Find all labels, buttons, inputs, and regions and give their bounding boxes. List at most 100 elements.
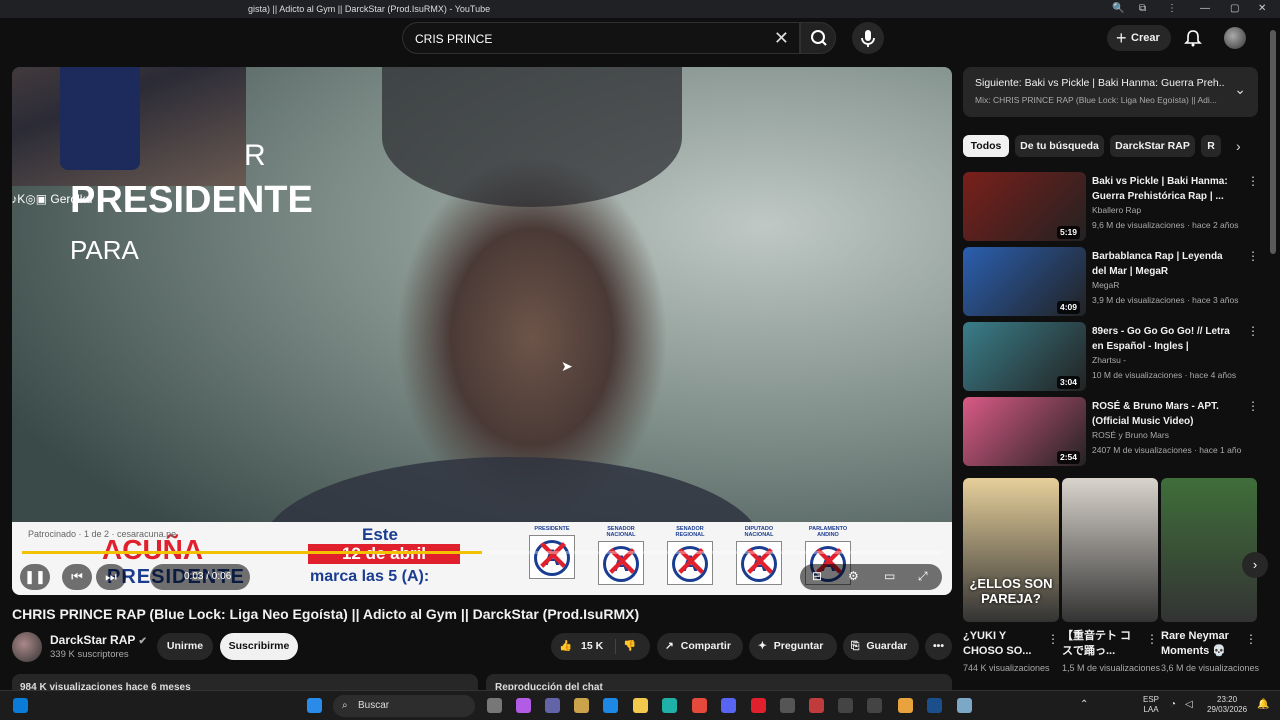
create-button[interactable]: + Crear bbox=[1107, 25, 1171, 51]
windows-start-icon[interactable] bbox=[307, 698, 322, 713]
chevron-down-icon[interactable]: ⌄ bbox=[1234, 81, 1246, 98]
more-actions-button[interactable]: ••• bbox=[925, 633, 952, 660]
chrome-profile-icon[interactable] bbox=[898, 698, 913, 713]
chip-partial[interactable]: R bbox=[1201, 135, 1221, 157]
channel-name[interactable]: ROSÉ y Bruno Mars bbox=[1092, 430, 1169, 440]
store-icon[interactable] bbox=[574, 698, 589, 713]
capcut-icon[interactable] bbox=[838, 698, 853, 713]
more-vert-icon[interactable]: ⋮ bbox=[1247, 399, 1259, 413]
recommendation-item[interactable]: 5:19 Baki vs Pickle | Baki Hanma: Guerra … bbox=[963, 172, 1263, 242]
ask-button[interactable]: ✦ Preguntar bbox=[749, 633, 837, 660]
short-thumbnail[interactable]: ¿ELLOS SON PAREJA? bbox=[963, 478, 1059, 622]
language-indicator[interactable]: ESP LAA bbox=[1143, 695, 1159, 715]
scrollbar[interactable] bbox=[1270, 30, 1276, 254]
like-count[interactable]: 15 K bbox=[581, 640, 603, 652]
previous-button[interactable]: ⏮ bbox=[62, 564, 92, 590]
more-vert-icon[interactable]: ⋮ bbox=[1247, 249, 1259, 263]
channel-name[interactable]: Kballero Rap bbox=[1092, 205, 1141, 215]
search-query[interactable]: CRIS PRINCE bbox=[415, 32, 492, 46]
up-next-mix: Mix: CHRIS PRINCE RAP (Blue Lock: Liga N… bbox=[975, 95, 1217, 105]
channel-name[interactable]: MegaR bbox=[1092, 280, 1119, 290]
tray-chevron-icon[interactable]: ⌃ bbox=[1080, 700, 1088, 710]
short-item[interactable]: Rare Neymar Moments 💀 3,6 M de visualizac… bbox=[1161, 478, 1259, 673]
short-title[interactable]: ¿YUKI Y CHOSO SO... bbox=[963, 629, 1043, 659]
capcut-icon-2[interactable] bbox=[867, 698, 882, 713]
outlook-icon[interactable] bbox=[603, 698, 618, 713]
video-title[interactable]: Baki vs Pickle | Baki Hanma: Guerra Preh… bbox=[1092, 174, 1237, 204]
share-button[interactable]: ↗ Compartir bbox=[657, 633, 743, 660]
task-view-icon[interactable] bbox=[487, 698, 502, 713]
close-window-button[interactable]: ✕ bbox=[1258, 3, 1266, 14]
wifi-icon[interactable]: ◔ bbox=[1170, 700, 1176, 710]
obs-icon[interactable] bbox=[780, 698, 795, 713]
minimize-button[interactable]: — bbox=[1200, 3, 1210, 14]
channel-avatar[interactable] bbox=[12, 632, 42, 662]
join-button[interactable]: Unirme bbox=[157, 633, 213, 660]
chip-de-tu-busqueda[interactable]: De tu búsqueda bbox=[1015, 135, 1104, 157]
more-vert-icon[interactable]: ⋮ bbox=[1047, 632, 1059, 646]
next-button[interactable]: ⏭ bbox=[96, 564, 126, 590]
discord-icon[interactable] bbox=[721, 698, 736, 713]
maximize-button[interactable]: ▢ bbox=[1230, 3, 1239, 14]
clock[interactable]: 23:20 29/03/2026 bbox=[1207, 695, 1247, 715]
widgets-icon[interactable] bbox=[13, 698, 28, 713]
short-item[interactable]: ¿ELLOS SON PAREJA? ¿YUKI Y CHOSO SO... 744… bbox=[963, 478, 1059, 673]
settings-gear-icon[interactable]: ⚙ bbox=[848, 569, 859, 583]
notifications-bell-icon[interactable] bbox=[1183, 28, 1203, 48]
subtitles-icon[interactable]: ⊟ bbox=[812, 569, 822, 583]
subscribe-button[interactable]: Suscribirme bbox=[220, 633, 298, 660]
taskbar-search[interactable]: ⌕ Buscar bbox=[333, 695, 475, 717]
fullscreen-icon[interactable]: ⤢ bbox=[918, 569, 928, 584]
video-player[interactable]: R PRESIDENTE PARA ➤ ACUÑA PRESIDENTE Est… bbox=[12, 67, 952, 595]
video-title[interactable]: Barbablanca Rap | Leyenda del Mar | Mega… bbox=[1092, 249, 1237, 279]
youtube-app-icon[interactable] bbox=[751, 698, 766, 713]
streamer-webcam bbox=[12, 67, 246, 186]
short-item[interactable]: 【重音テト コスで踊っ... 1,5 M de visualizaciones ⋮ bbox=[1062, 478, 1160, 673]
short-thumbnail[interactable] bbox=[1062, 478, 1158, 622]
thumbs-up-icon[interactable]: 👍 bbox=[559, 640, 572, 652]
more-vert-icon[interactable]: ⋮ bbox=[1146, 632, 1158, 646]
short-title[interactable]: Rare Neymar Moments 💀 bbox=[1161, 629, 1241, 659]
volume-icon[interactable]: ◁ bbox=[1185, 700, 1193, 710]
short-thumbnail[interactable] bbox=[1161, 478, 1257, 622]
notification-bell-icon[interactable]: 🔔 bbox=[1257, 700, 1269, 710]
chip-todos[interactable]: Todos bbox=[963, 135, 1009, 157]
video-title[interactable]: 89ers - Go Go Go Go! // Letra en Español… bbox=[1092, 324, 1237, 354]
steam-icon[interactable] bbox=[927, 698, 942, 713]
app-icon[interactable] bbox=[809, 698, 824, 713]
more-vert-icon[interactable]: ⋮ bbox=[1245, 632, 1257, 646]
save-button[interactable]: ⎘ Guardar bbox=[843, 633, 919, 660]
more-vert-icon[interactable]: ⋮ bbox=[1247, 324, 1259, 338]
zoom-icon[interactable]: 🔍 bbox=[1112, 3, 1124, 14]
teams-icon[interactable] bbox=[545, 698, 560, 713]
file-explorer-icon[interactable] bbox=[633, 698, 648, 713]
search-button[interactable] bbox=[800, 22, 836, 54]
shorts-next-button[interactable]: › bbox=[1242, 552, 1268, 578]
recommendation-item[interactable]: 4:09 Barbablanca Rap | Leyenda del Mar | … bbox=[963, 247, 1263, 317]
thumbs-down-icon[interactable]: 👎 bbox=[623, 633, 636, 660]
recommendation-item[interactable]: 2:54 ROSÉ & Bruno Mars - APT. (Official M… bbox=[963, 397, 1263, 467]
theater-mode-icon[interactable]: ▭ bbox=[884, 569, 895, 583]
account-avatar[interactable] bbox=[1224, 27, 1246, 49]
more-vert-icon[interactable]: ⋮ bbox=[1247, 174, 1259, 188]
short-title[interactable]: 【重音テト コスで踊っ... bbox=[1062, 629, 1142, 659]
chips-next-icon[interactable]: › bbox=[1236, 138, 1241, 154]
recommendation-item[interactable]: 3:04 89ers - Go Go Go Go! // Letra en Esp… bbox=[963, 322, 1263, 392]
voice-search-button[interactable] bbox=[852, 22, 884, 54]
chrome-icon[interactable] bbox=[692, 698, 707, 713]
up-next-panel[interactable]: Siguiente: Baki vs Pickle | Baki Hanma: … bbox=[963, 67, 1258, 117]
app-icon-2[interactable] bbox=[957, 698, 972, 713]
edge-icon[interactable] bbox=[662, 698, 677, 713]
channel-name[interactable]: DarckStar RAP ✔ bbox=[50, 633, 147, 647]
chip-darckstar-rap[interactable]: DarckStar RAP bbox=[1110, 135, 1195, 157]
search-input[interactable]: CRIS PRINCE ✕ bbox=[402, 22, 800, 54]
more-icon[interactable]: ⋮ bbox=[1167, 3, 1177, 14]
clear-search-icon[interactable]: ✕ bbox=[774, 28, 789, 49]
progress-bar[interactable] bbox=[22, 551, 942, 554]
copilot-icon[interactable] bbox=[516, 698, 531, 713]
pause-button[interactable]: ❚❚ bbox=[20, 564, 50, 590]
taskbar-search-label: Buscar bbox=[358, 700, 390, 711]
extensions-icon[interactable]: ⧉ bbox=[1139, 3, 1146, 14]
channel-name[interactable]: Zhartsu - bbox=[1092, 355, 1126, 365]
video-title[interactable]: ROSÉ & Bruno Mars - APT. (Official Music… bbox=[1092, 399, 1237, 429]
